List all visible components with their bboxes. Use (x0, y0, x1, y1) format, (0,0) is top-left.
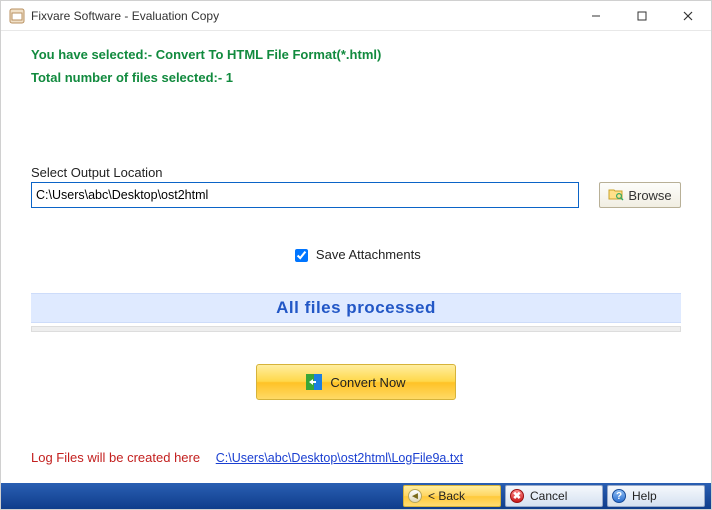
browse-label: Browse (628, 188, 671, 203)
window-controls (573, 1, 711, 30)
output-row: Browse (31, 182, 681, 208)
window-title: Fixvare Software - Evaluation Copy (31, 9, 573, 23)
convert-arrow-icon (306, 374, 322, 390)
back-arrow-icon: ◄ (408, 489, 422, 503)
back-button[interactable]: ◄ < Back (403, 485, 501, 507)
save-attachments-label: Save Attachments (316, 247, 421, 262)
selection-info: You have selected:- Convert To HTML File… (31, 47, 681, 62)
app-window: Fixvare Software - Evaluation Copy You h… (0, 0, 712, 510)
help-label: Help (632, 489, 704, 503)
convert-label: Convert Now (330, 375, 405, 390)
back-label: < Back (428, 489, 500, 503)
convert-row: Convert Now (31, 364, 681, 400)
cancel-button[interactable]: ✖ Cancel (505, 485, 603, 507)
maximize-button[interactable] (619, 1, 665, 30)
cancel-label: Cancel (530, 489, 602, 503)
help-button[interactable]: ? Help (607, 485, 705, 507)
minimize-button[interactable] (573, 1, 619, 30)
browse-button[interactable]: Browse (599, 182, 681, 208)
log-row: Log Files will be created here C:\Users\… (31, 450, 681, 465)
content-area: You have selected:- Convert To HTML File… (1, 31, 711, 465)
output-path-input[interactable] (31, 182, 579, 208)
save-attachments-checkbox[interactable] (295, 249, 308, 262)
cancel-icon: ✖ (510, 489, 524, 503)
folder-search-icon (608, 187, 624, 204)
close-button[interactable] (665, 1, 711, 30)
convert-now-button[interactable]: Convert Now (256, 364, 456, 400)
status-text: All files processed (31, 293, 681, 323)
progress-bar (31, 326, 681, 332)
file-count-info: Total number of files selected:- 1 (31, 70, 681, 85)
app-icon (9, 8, 25, 24)
output-location-label: Select Output Location (31, 165, 681, 180)
save-attachments-row: Save Attachments (31, 246, 681, 265)
save-attachments-option[interactable]: Save Attachments (291, 247, 420, 262)
titlebar: Fixvare Software - Evaluation Copy (1, 1, 711, 31)
log-label: Log Files will be created here (31, 450, 200, 465)
help-icon: ? (612, 489, 626, 503)
log-file-link[interactable]: C:\Users\abc\Desktop\ost2html\LogFile9a.… (216, 451, 463, 465)
footer: ◄ < Back ✖ Cancel ? Help (1, 483, 711, 509)
